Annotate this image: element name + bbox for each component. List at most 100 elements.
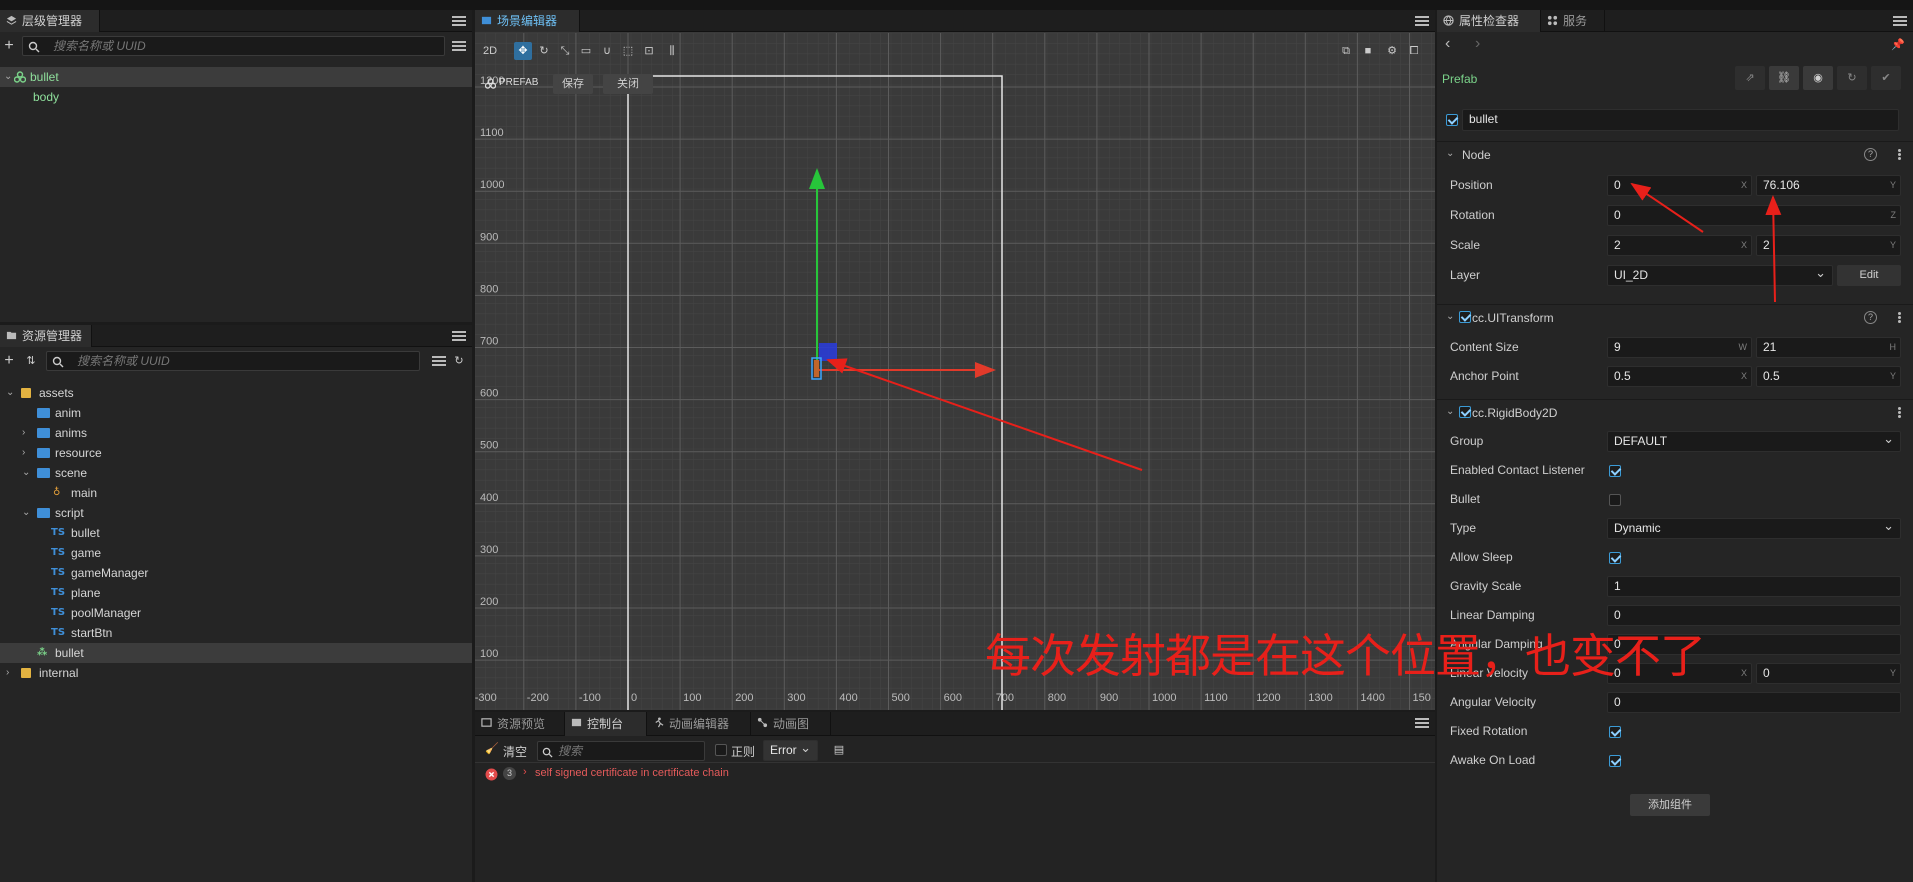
assets-list-icon[interactable] (432, 354, 446, 368)
tab-asset-preview[interactable]: 资源预览 (475, 712, 565, 736)
apply-prefab-icon[interactable]: ✔ (1871, 66, 1901, 90)
scene-menu-icon[interactable] (1415, 14, 1429, 28)
tab-scene-editor[interactable]: 场景编辑器 (475, 10, 580, 32)
tab-assets[interactable]: 资源管理器 (0, 325, 92, 347)
asset-item[interactable]: › internal (0, 663, 472, 683)
tab-hierarchy[interactable]: 层级管理器 (0, 10, 100, 32)
asset-item[interactable]: TS bullet (0, 523, 472, 543)
camera-icon[interactable]: ■ (1359, 42, 1377, 60)
more-options-icon[interactable] (1898, 311, 1901, 324)
help-icon[interactable]: ? (1864, 148, 1877, 161)
asset-item[interactable]: › anims (0, 423, 472, 443)
hierarchy-menu-icon[interactable] (452, 14, 466, 28)
scale-x-input[interactable]: 2X (1607, 235, 1752, 256)
tab-animation-graph[interactable]: 动画图 (751, 712, 831, 736)
prefab-save-button[interactable]: 保存 (553, 74, 593, 94)
more-options-icon[interactable] (1898, 406, 1901, 419)
scale-y-input[interactable]: 2Y (1756, 235, 1901, 256)
local-icon[interactable]: ⬚ (619, 42, 637, 60)
anchor-x-input[interactable]: 0.5 X (1607, 366, 1752, 387)
rect-tool-icon[interactable]: ▭ (577, 42, 595, 60)
position-x-input[interactable]: 0X (1607, 175, 1752, 196)
linear-velocity-y-input[interactable]: 0Y (1756, 663, 1901, 684)
asset-item[interactable]: TS game (0, 543, 472, 563)
more-options-icon[interactable] (1898, 148, 1901, 161)
allow-sleep-checkbox[interactable] (1609, 552, 1621, 564)
content-height-input[interactable]: 21 H (1756, 337, 1901, 358)
gravity-scale-input[interactable]: 1 (1607, 576, 1901, 597)
type-select[interactable]: Dynamic (1607, 516, 1901, 539)
uitransform-section-header[interactable]: ⌄ cc.UITransform ? (1437, 304, 1913, 330)
tab-inspector[interactable]: 属性检查器 (1437, 10, 1541, 32)
assets-menu-icon[interactable] (452, 329, 466, 343)
assets-search-input[interactable]: 搜索名称或 UUID (46, 351, 420, 371)
asset-item[interactable]: › resource (0, 443, 472, 463)
chevron-down-icon[interactable]: ⌄ (4, 72, 14, 82)
pin-icon[interactable]: 📌 (1891, 38, 1905, 51)
fixed-rotation-checkbox[interactable] (1609, 726, 1621, 738)
asset-item[interactable]: ⁂ bullet (0, 643, 472, 663)
tab-animation-editor[interactable]: 动画编辑器 (647, 712, 751, 736)
asset-item[interactable]: ⌄ script (0, 503, 472, 523)
asset-item[interactable]: ⌄ scene (0, 463, 472, 483)
rigidbody-enabled-checkbox[interactable] (1459, 406, 1471, 418)
chevron-right-icon[interactable]: › (523, 766, 527, 778)
prefab-close-button[interactable]: 关闭 (603, 74, 653, 94)
rotate-tool-icon[interactable]: ↻ (535, 42, 553, 60)
log-level-select[interactable]: Error (763, 738, 818, 761)
forward-icon[interactable]: › (1475, 35, 1480, 53)
hierarchy-list-icon[interactable] (452, 39, 466, 53)
awake-on-load-checkbox[interactable] (1609, 755, 1621, 767)
settings-icon[interactable]: ⚙ (1383, 42, 1401, 60)
mode-2d-button[interactable]: 2D (479, 42, 501, 60)
node-name-input[interactable]: bullet (1462, 109, 1899, 131)
chevron-down-icon[interactable]: ⌄ (22, 508, 32, 518)
back-icon[interactable]: ‹ (1445, 35, 1450, 53)
scene-viewport[interactable]: -300 -200 -100 0 100 200 300 400 500 600 700 800 900… (475, 33, 1435, 710)
console-menu-icon[interactable] (1415, 716, 1429, 730)
add-node-icon[interactable]: + (0, 37, 18, 55)
magnet-icon[interactable]: ∪ (598, 42, 616, 60)
asset-item[interactable]: ♁ main (0, 483, 472, 503)
snap-icon[interactable]: ⫼ (663, 42, 681, 60)
chevron-right-icon[interactable]: › (22, 428, 32, 438)
asset-item[interactable]: TS poolManager (0, 603, 472, 623)
asset-item[interactable]: anim (0, 403, 472, 423)
console-error-row[interactable]: 3 › self signed certificate in certifica… (475, 764, 1435, 784)
layer-edit-button[interactable]: Edit (1837, 265, 1901, 286)
tree-node-body[interactable]: body (0, 87, 472, 107)
view-icon[interactable]: ⧠ (1405, 42, 1423, 60)
console-search-input[interactable]: 搜索 (537, 741, 705, 761)
locate-prefab-icon[interactable]: ◉ (1803, 66, 1833, 90)
move-tool-icon[interactable]: ✥ (514, 42, 532, 60)
content-width-input[interactable]: 9W (1607, 337, 1752, 358)
log-file-icon[interactable]: ▤ (830, 741, 848, 759)
regex-checkbox[interactable] (715, 744, 727, 756)
bullet-checkbox[interactable] (1609, 494, 1621, 506)
chevron-right-icon[interactable]: › (22, 448, 32, 458)
contact-listener-checkbox[interactable] (1609, 465, 1621, 477)
hierarchy-search-input[interactable]: 搜索名称或 UUID (22, 36, 445, 56)
revert-prefab-icon[interactable]: ↻ (1837, 66, 1867, 90)
open-prefab-icon[interactable]: ⇗ (1735, 66, 1765, 90)
add-asset-icon[interactable]: + (0, 352, 18, 370)
uitransform-enabled-checkbox[interactable] (1459, 311, 1471, 323)
chevron-down-icon[interactable]: ⌄ (22, 468, 32, 478)
unlink-prefab-icon[interactable]: ⛓ (1769, 66, 1799, 90)
asset-item[interactable]: TS plane (0, 583, 472, 603)
help-icon[interactable]: ? (1864, 311, 1877, 324)
sort-icon[interactable]: ⇅ (22, 352, 40, 370)
pivot-icon[interactable]: ⊡ (640, 42, 658, 60)
scale-tool-icon[interactable]: ⤡ (556, 42, 574, 60)
tree-node-bullet[interactable]: ⌄ bullet (0, 67, 472, 87)
chevron-right-icon[interactable]: › (6, 668, 16, 678)
rotation-input[interactable]: 0Z (1607, 205, 1901, 226)
anchor-y-input[interactable]: 0.5 Y (1756, 366, 1901, 387)
asset-item[interactable]: TS startBtn (0, 623, 472, 643)
node-section-header[interactable]: ⌄ Node ? (1437, 141, 1913, 167)
angular-velocity-input[interactable]: 0 (1607, 692, 1901, 713)
frame-icon[interactable]: ⧉ (1337, 42, 1355, 60)
group-select[interactable]: DEFAULT (1607, 429, 1901, 452)
asset-item[interactable]: TS gameManager (0, 563, 472, 583)
rigidbody-section-header[interactable]: ⌄ cc.RigidBody2D (1437, 399, 1913, 425)
